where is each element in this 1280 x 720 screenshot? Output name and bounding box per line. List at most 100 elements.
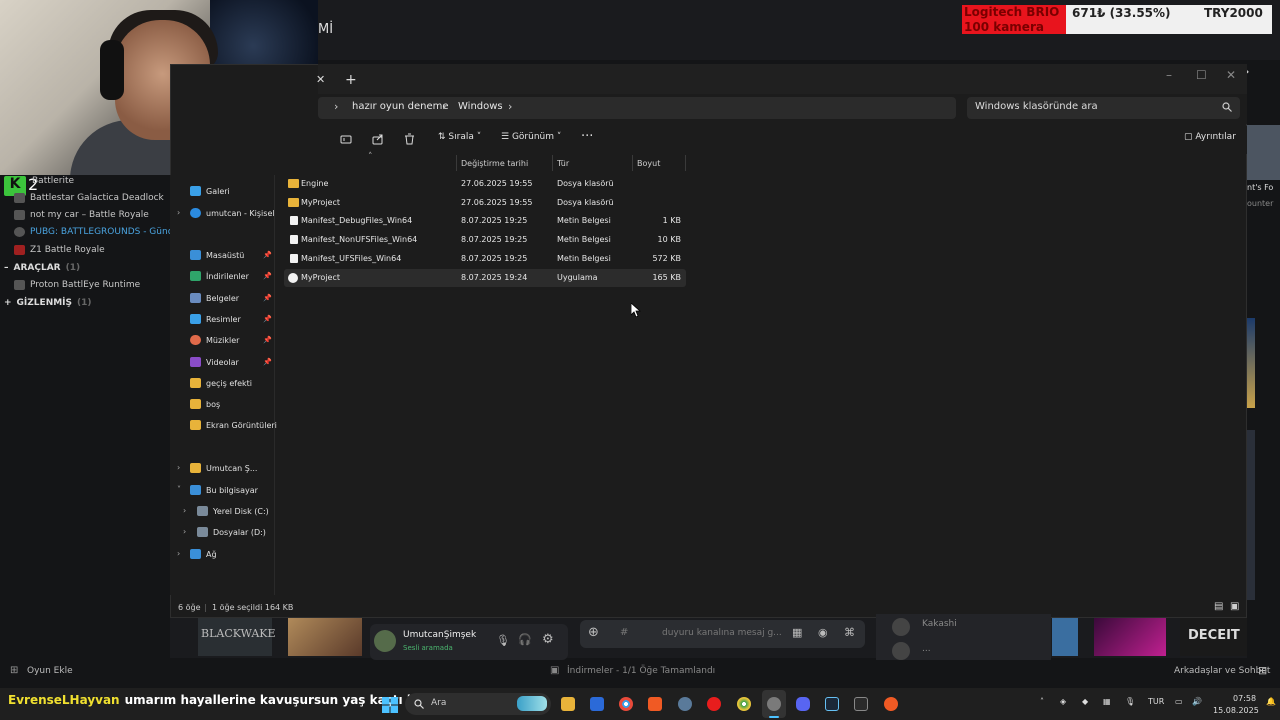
epic-games-icon[interactable] — [854, 697, 868, 711]
more-options-button[interactable]: ··· — [581, 129, 593, 144]
view-button[interactable]: ☰ Görünüm ˅ — [501, 132, 561, 142]
tools-header[interactable]: – ARAÇLAR (1) — [4, 263, 80, 273]
share-icon[interactable] — [372, 134, 384, 145]
nav-item-user-folder[interactable]: Umutcan Ş... — [190, 463, 257, 473]
minimize-icon[interactable]: – — [1166, 68, 1172, 82]
microphone-icon[interactable]: 🎙 — [496, 634, 510, 647]
tiles-view-icon[interactable]: ▣ — [1230, 601, 1239, 612]
tool-item[interactable]: Proton BattlEye Runtime — [14, 280, 140, 290]
chevron-right-icon[interactable]: › — [183, 527, 186, 536]
address-bar[interactable]: › hazır oyun deneme › Windows › — [318, 97, 956, 119]
clock-time[interactable]: 07:58 — [1233, 694, 1256, 703]
youtube-music-icon[interactable] — [707, 697, 721, 711]
nav-item-videos[interactable]: Videolar — [190, 357, 239, 367]
file-row-selected[interactable]: MyProject 8.07.2025 19:24 Uygulama 165 K… — [284, 269, 686, 287]
chevron-right-icon[interactable]: › — [508, 100, 512, 113]
store-thumb[interactable] — [1247, 125, 1280, 180]
taskbar-search[interactable]: Ara — [405, 693, 551, 715]
chevron-right-icon[interactable]: › — [334, 100, 338, 113]
maximize-icon[interactable]: ☐ — [1196, 68, 1207, 82]
chrome-icon[interactable] — [619, 697, 633, 711]
game-item[interactable]: not my car – Battle Royale — [14, 210, 149, 220]
rename-icon[interactable] — [340, 134, 352, 145]
nav-item-this-pc[interactable]: Bu bilgisayar — [190, 485, 258, 495]
file-row[interactable]: Manifest_NonUFSFiles_Win64 8.07.2025 19:… — [284, 231, 686, 249]
details-pane-button[interactable]: ▢ Ayrıntılar — [1184, 132, 1236, 142]
windows-start-icon[interactable] — [382, 697, 398, 713]
steam-icon[interactable] — [825, 697, 839, 711]
unreal-engine-icon[interactable] — [767, 697, 781, 711]
game-thumb[interactable] — [288, 618, 362, 656]
downloads-status[interactable]: İndirmeler - 1/1 Öğe Tamamlandı — [567, 666, 715, 676]
column-modified[interactable]: Değiştirme tarihi — [461, 159, 528, 168]
chevron-right-icon[interactable]: › — [177, 549, 180, 558]
headphones-icon[interactable]: 🎧 — [518, 633, 532, 646]
clock-date[interactable]: 15.08.2025 — [1213, 706, 1259, 715]
gamepad-icon[interactable]: ⌘ — [844, 626, 855, 639]
nav-item-gallery[interactable]: Galeri — [190, 186, 230, 196]
close-window-icon[interactable]: ✕ — [1226, 68, 1236, 82]
game-thumb[interactable] — [1094, 618, 1166, 656]
game-item-updating[interactable]: PUBG: BATTLEGROUNDS - Güncel — [14, 227, 181, 237]
microphone-icon[interactable]: 🎙 — [1125, 697, 1135, 706]
delete-icon[interactable] — [404, 133, 415, 145]
hidden-header[interactable]: + GİZLENMİŞ (1) — [4, 298, 92, 308]
chevron-right-icon[interactable]: › — [183, 506, 186, 515]
nav-item-pictures[interactable]: Resimler — [190, 314, 241, 324]
nav-item-folder[interactable]: boş — [190, 399, 220, 409]
search-input[interactable]: Windows klasöründe ara — [967, 97, 1240, 119]
keyboard-language[interactable]: TUR — [1148, 697, 1164, 706]
chevron-right-icon[interactable]: › — [442, 100, 446, 113]
avatar[interactable] — [892, 618, 910, 636]
store-banner-2[interactable] — [1247, 430, 1255, 600]
chevron-right-icon[interactable]: › — [177, 463, 180, 472]
tray-expand-icon[interactable]: ˄ — [1040, 697, 1044, 706]
tray-app-icon[interactable]: ◈ — [1060, 697, 1066, 706]
message-input[interactable]: ⊕ # duyuru kanalına mesaj g... ▦ ◉ ⌘ — [580, 620, 865, 648]
file-row[interactable]: Engine 27.06.2025 19:55 Dosya klasörü — [284, 175, 686, 193]
close-tab-icon[interactable]: ✕ — [316, 73, 325, 86]
file-explorer-icon[interactable] — [561, 697, 575, 711]
nav-item-music[interactable]: Müzikler — [190, 335, 239, 345]
game-item[interactable]: Battlestar Galactica Deadlock — [14, 193, 164, 203]
gift-icon[interactable]: ▦ — [792, 626, 802, 639]
nav-item-drive-c[interactable]: Yerel Disk (C:) — [197, 506, 269, 516]
column-type[interactable]: Tür — [557, 159, 569, 168]
blackwake-thumb[interactable]: BLACKWAKE — [198, 618, 276, 656]
new-tab-button[interactable]: + — [345, 72, 357, 88]
nav-item-drive-d[interactable]: Dosyalar (D:) — [197, 527, 266, 537]
details-view-icon[interactable]: ▤ — [1214, 601, 1223, 612]
brave-icon[interactable] — [648, 697, 662, 711]
nav-item-folder[interactable]: Ekran Görüntüleri — [190, 420, 277, 430]
add-attachment-icon[interactable]: ⊕ — [588, 625, 599, 640]
friends-chat-button[interactable]: Arkadaşlar ve Sohbet — [1174, 666, 1270, 676]
nav-item-desktop[interactable]: Masaüstü — [190, 250, 244, 260]
network-icon[interactable]: ▭ — [1175, 697, 1183, 706]
breadcrumb-item[interactable]: Windows — [458, 101, 503, 112]
chat-icon[interactable]: ⊞ — [1258, 664, 1267, 677]
nav-item-downloads[interactable]: İndirilenler — [190, 271, 249, 281]
game-thumb[interactable] — [1052, 618, 1078, 656]
column-size[interactable]: Boyut — [637, 159, 660, 168]
notifications-icon[interactable]: 🔔 — [1266, 697, 1276, 706]
deceit-thumb[interactable]: DECEIT — [1180, 618, 1247, 656]
volume-icon[interactable]: 🔊 — [1192, 697, 1202, 706]
avatar[interactable] — [374, 630, 396, 652]
app-icon[interactable] — [678, 697, 692, 711]
discord-icon[interactable] — [796, 697, 810, 711]
nav-item-network[interactable]: Ağ — [190, 549, 217, 559]
store-icon[interactable] — [590, 697, 604, 711]
nav-item-folder[interactable]: geçiş efekti — [190, 378, 252, 388]
add-game-button[interactable]: Oyun Ekle — [27, 666, 73, 676]
settings-gear-icon[interactable]: ⚙ — [542, 632, 554, 647]
nav-item-documents[interactable]: Belgeler — [190, 293, 239, 303]
game-item[interactable]: Battlerite — [32, 176, 74, 186]
game-item[interactable]: Z1 Battle Royale — [14, 245, 105, 255]
store-banner[interactable] — [1247, 318, 1255, 408]
tray-app-icon[interactable]: ▦ — [1103, 697, 1111, 706]
chevron-down-icon[interactable]: ˅ — [177, 485, 181, 494]
chevron-right-icon[interactable]: › — [177, 208, 180, 217]
breadcrumb-item[interactable]: hazır oyun deneme — [352, 101, 449, 112]
app-icon[interactable] — [884, 697, 898, 711]
tray-app-icon[interactable]: ◆ — [1082, 697, 1088, 706]
